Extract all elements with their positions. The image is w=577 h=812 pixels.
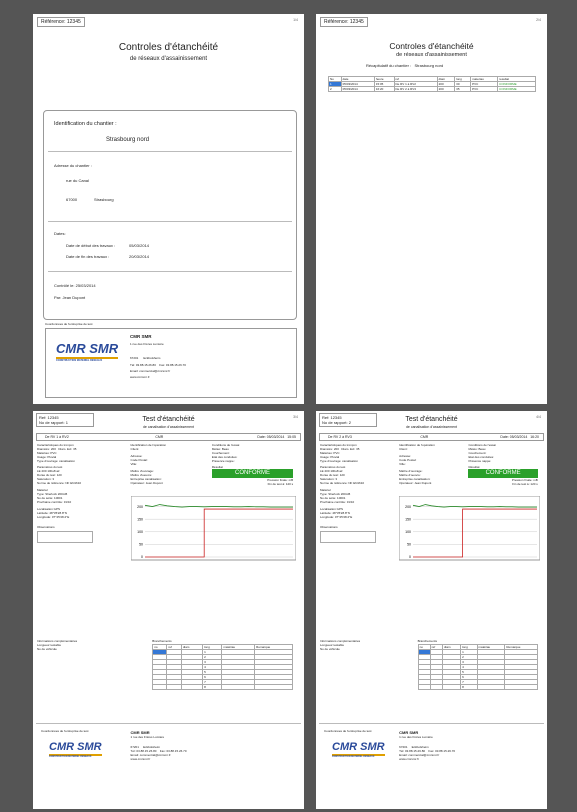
recap-table: No date heure ref diam long materiau resultat 1… bbox=[328, 76, 536, 92]
page-subtitle: de réseaux d'assainissement bbox=[396, 52, 467, 58]
reference-box: Référence: 12345 bbox=[37, 17, 85, 27]
table-row[interactable]: 2 05/03/2014 16:20 De RV 2 à RV3 200 35 PVC CON… bbox=[328, 86, 536, 92]
operation-details: Identification de l'opération Client: Adre… bbox=[399, 443, 435, 485]
y-tick-label: 100 bbox=[137, 530, 143, 534]
observations-field[interactable] bbox=[37, 531, 93, 543]
branch-table: no ref diam long matériau Remarque 1 2 3 4 5 … bbox=[152, 644, 294, 690]
street: rue du Canal bbox=[66, 178, 89, 183]
coord-label: Coordonnées de l'entreprise de test bbox=[324, 729, 372, 733]
chantier-name: Strasbourg nord bbox=[106, 137, 150, 143]
coord-label: Coordonnées de l'entreprise de test bbox=[41, 729, 89, 733]
pressure-chart: 0 50 100 150 200 bbox=[399, 496, 541, 561]
y-tick-label: 100 bbox=[405, 530, 411, 534]
table-row[interactable]: 8 bbox=[417, 684, 538, 690]
page-title: Test d'étanchéité bbox=[142, 416, 195, 423]
page-number: 2/4 bbox=[536, 18, 541, 22]
page-subtitle: de canalisation d'assainissement bbox=[142, 425, 195, 429]
page-test-1: Ref: 12345 No de rapport: 1 3/4 Test d'é… bbox=[33, 411, 304, 809]
table-row[interactable]: 8 bbox=[152, 684, 294, 690]
reference-box: Référence: 12345 bbox=[320, 17, 368, 27]
company-box: CMR SMR CONSTRUCTION MATERIEL RESEAUX CMR… bbox=[45, 328, 297, 398]
company-web: www.cmrsmr.fr bbox=[130, 375, 150, 379]
result-badge: CONFORME bbox=[468, 469, 538, 478]
result-badge: CONFORME bbox=[211, 469, 294, 478]
info-section: Informations complémentaires Longueur te… bbox=[320, 639, 361, 651]
company-block: CMR SMR 1 rue des Frères Lumière 67201 E… bbox=[130, 730, 187, 762]
company-block: CMR SMR 1 rue des Frères Lumière 67201 E… bbox=[399, 730, 456, 762]
date-debut: 05/03/2014 bbox=[129, 243, 150, 248]
id-title: Identification du chantier : bbox=[54, 121, 117, 127]
troncon-bar: De RV 2 à RV3 CMR Date: 05/03/2014 16:20 bbox=[319, 433, 544, 441]
recap-label: Récapitulatif du chantier : bbox=[366, 63, 412, 68]
y-tick-label: 50 bbox=[407, 543, 411, 547]
page-title: Controles d'étanchéité bbox=[389, 41, 474, 51]
par-name: Jean Dupont bbox=[62, 295, 86, 300]
y-tick-label: 150 bbox=[405, 517, 411, 521]
page-subtitle: de réseaux d'assainissement bbox=[129, 56, 208, 62]
postcode: 67000 bbox=[66, 197, 78, 202]
company-logo: CMR SMR CONSTRUCTION MATERIEL RESEAUX bbox=[332, 741, 385, 758]
date-fin-label: Date de fin des travaux : bbox=[66, 254, 110, 259]
conditions-details: Conditions de l'essai Météo: Beau Couche… bbox=[468, 443, 538, 486]
page-recap: Référence: 12345 2/4 Controles d'étanché… bbox=[316, 14, 547, 404]
company-logo: CMR SMR CONSTRUCTION MATERIEL RESEAUX bbox=[49, 741, 102, 758]
y-tick-label: 0 bbox=[141, 555, 143, 559]
company-logo: CMR SMR CONSTRUCTION MATERIEL RESEAUX bbox=[56, 341, 119, 362]
date-debut-label: Date de début des travaux : bbox=[66, 243, 116, 248]
troncon-details: Caractéristiques du tronçon Diamètre: 20… bbox=[320, 443, 376, 543]
page-title: Test d'étanchéité bbox=[405, 416, 458, 423]
troncon-details: Caractéristiques du tronçon Diamètre: 20… bbox=[37, 443, 93, 543]
page-number: 1/4 bbox=[293, 18, 298, 22]
recap-value: Strasbourg nord bbox=[414, 63, 444, 68]
page-test-2: Ref: 12345 No de rapport: 2 4/4 Test d'é… bbox=[316, 411, 547, 809]
par-label: Par: bbox=[54, 295, 62, 300]
observations-field[interactable] bbox=[320, 531, 376, 543]
pressure-chart: 0 50 100 150 200 bbox=[130, 496, 296, 561]
y-tick-label: 200 bbox=[137, 505, 143, 509]
date-fin: 20/03/2014 bbox=[129, 254, 150, 259]
branch-title: Branchements bbox=[417, 639, 437, 643]
y-tick-label: 200 bbox=[405, 505, 411, 509]
company-name: CMR SMR bbox=[130, 334, 152, 339]
chantier-box: Identification du chantier : Strasbourg … bbox=[43, 110, 297, 320]
branch-title: Branchements bbox=[152, 639, 172, 643]
y-tick-label: 0 bbox=[409, 555, 411, 559]
coord-label: Coordonnées de l'entreprise de test bbox=[45, 322, 93, 326]
chart-frame bbox=[399, 496, 541, 561]
dates-label: Dates: bbox=[54, 231, 66, 236]
y-tick-label: 50 bbox=[139, 543, 143, 547]
y-tick-label: 150 bbox=[137, 517, 143, 521]
controle-date: 25/03/2014 bbox=[75, 283, 96, 288]
page-title: Controles d'étanchéité bbox=[118, 42, 219, 53]
operation-details: Identification de l'opération Client: Adre… bbox=[130, 443, 167, 485]
info-section: Informations complémentaires Longueur te… bbox=[37, 639, 78, 651]
page-subtitle: de canalisation d'assainissement bbox=[405, 425, 458, 429]
conditions-details: Conditions de l'essai Météo: Beau Couche… bbox=[211, 443, 294, 486]
address-label: Adresse du chantier : bbox=[54, 163, 92, 168]
troncon-bar: De RV 1 à RV2 CMR Date: 05/03/2014 15:05 bbox=[36, 433, 301, 441]
branch-table: no ref diam long matériau Remarque 1 2 3 4 5 … bbox=[417, 644, 538, 690]
page-cover: Référence: 12345 1/4 Controles d'étanché… bbox=[33, 14, 304, 404]
controle-label: Contrôlé le: bbox=[54, 283, 75, 288]
company-street: 1 rue des Frères Lumière bbox=[130, 342, 164, 346]
city: Strasbourg bbox=[94, 197, 114, 202]
